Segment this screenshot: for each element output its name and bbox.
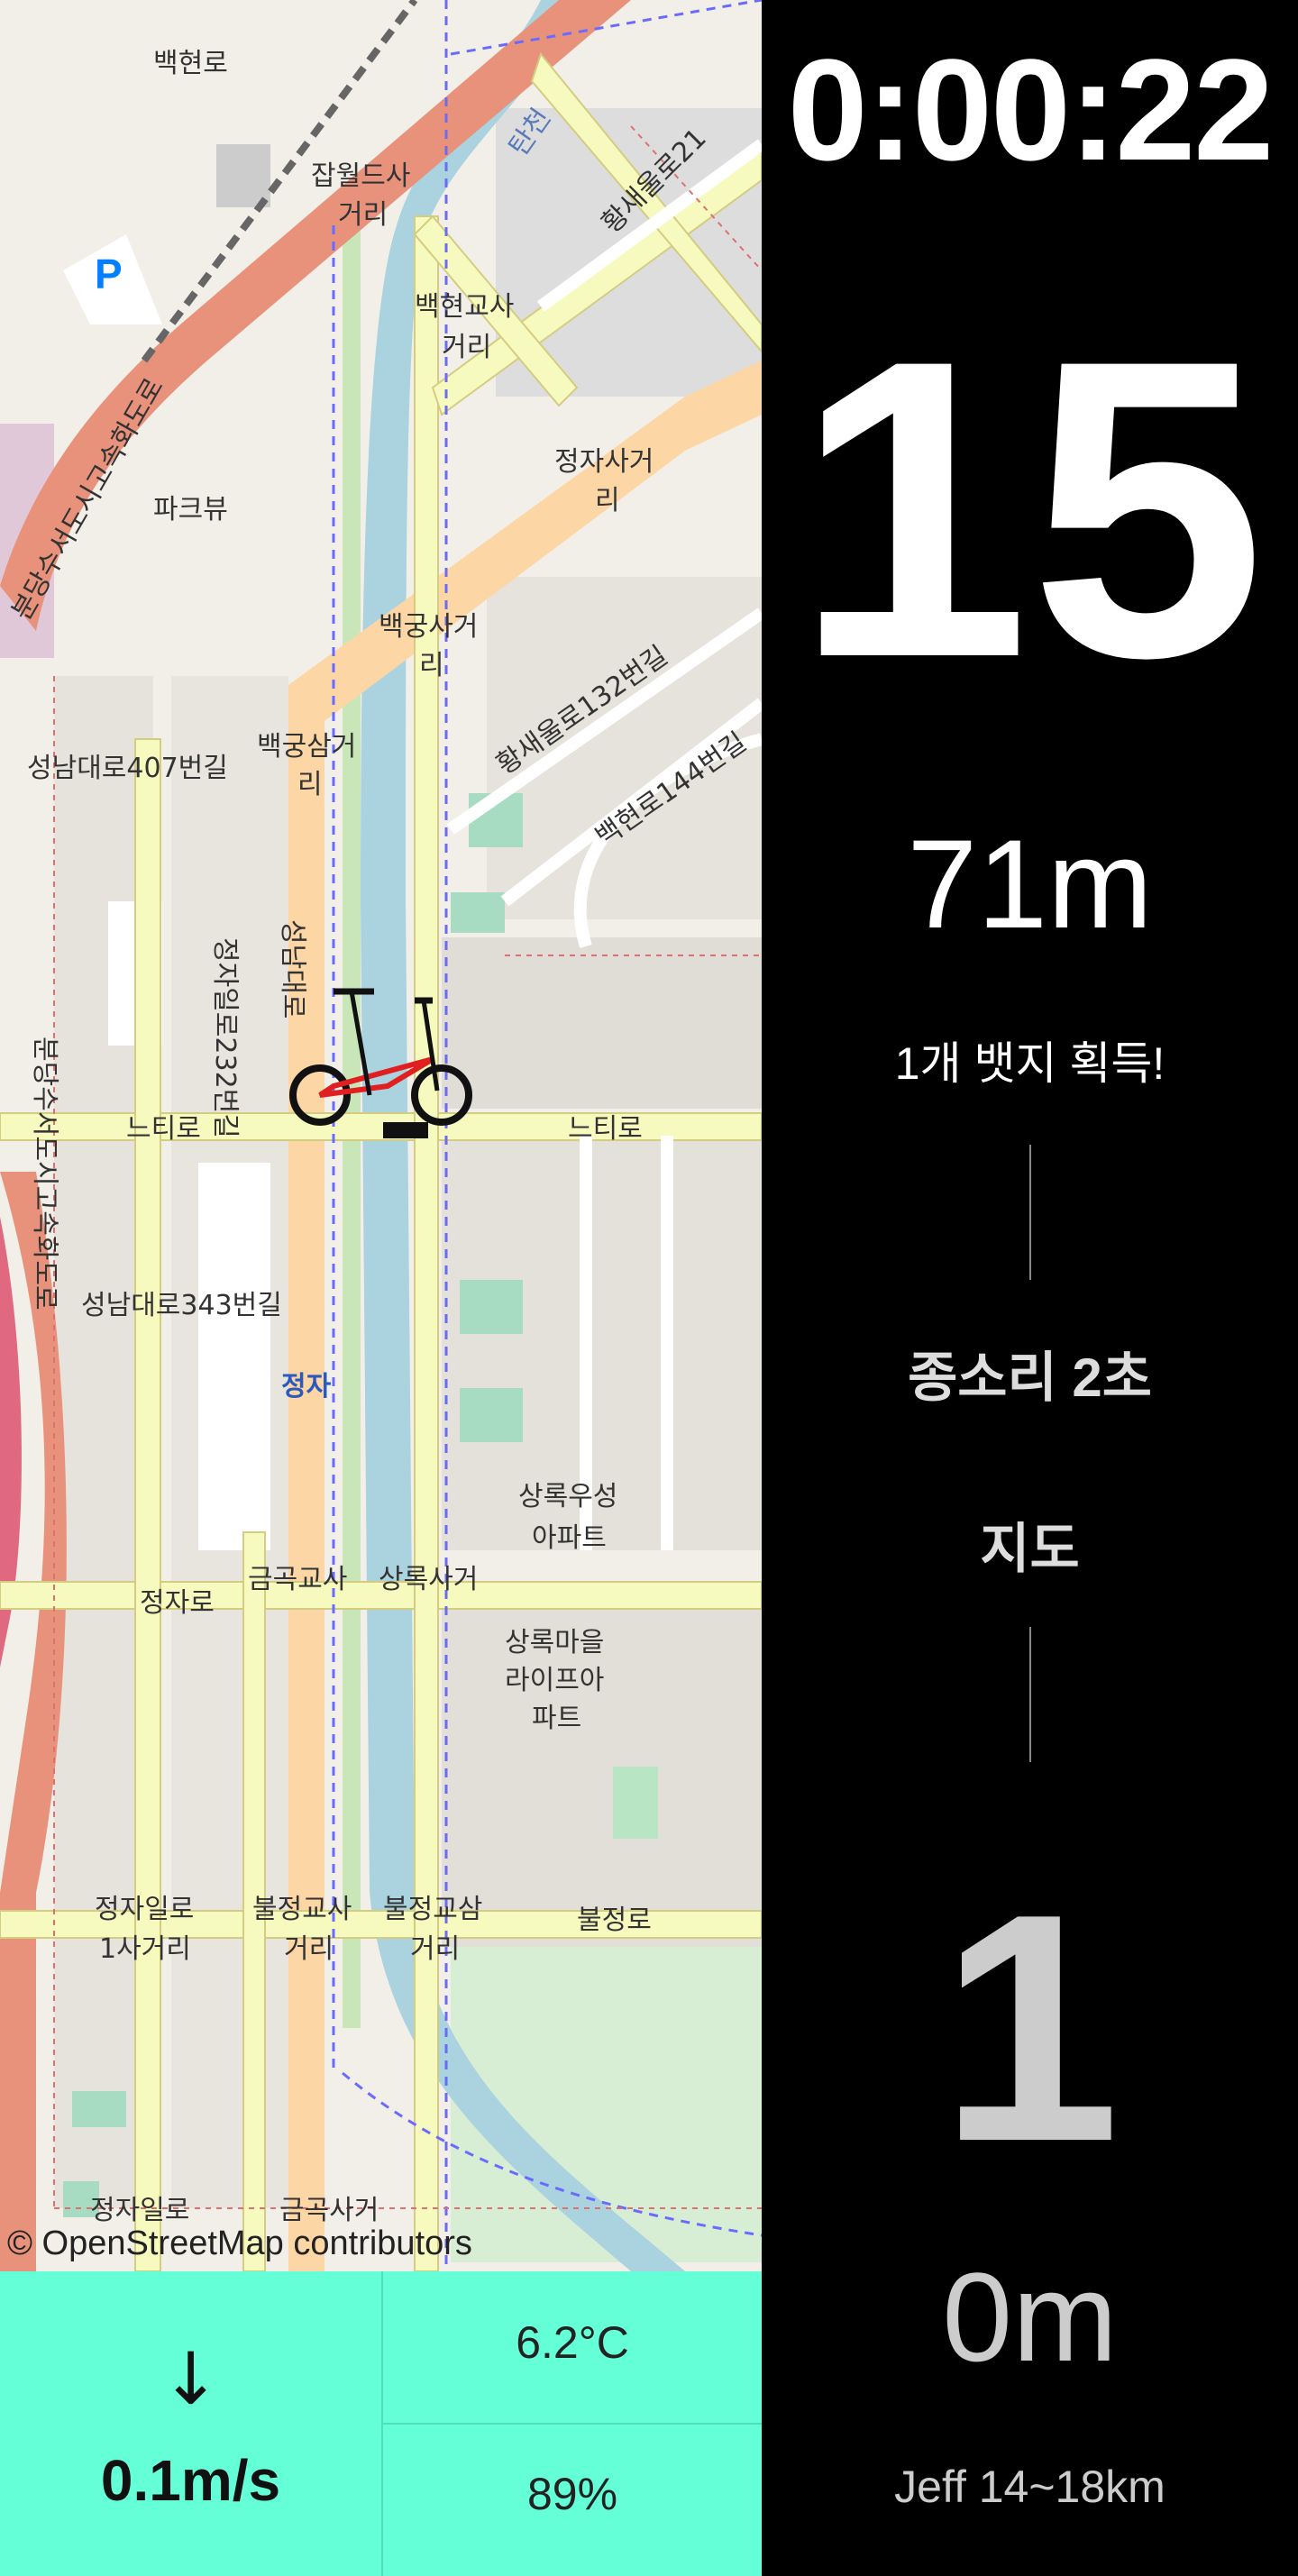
svg-text:정자로: 정자로 [140,1587,215,1619]
wind-direction-icon: ↓ [160,2337,222,2421]
svg-text:정자: 정자 [281,1371,332,1402]
svg-text:상록마을: 상록마을 [505,1627,604,1658]
svg-text:아파트: 아파트 [532,1522,607,1554]
svg-text:백현로: 백현로 [153,48,228,79]
svg-text:정자사거: 정자사거 [554,446,654,478]
svg-text:불정교삼: 불정교삼 [383,1894,482,1925]
svg-text:성남대로407번길: 성남대로407번길 [27,753,228,784]
svg-text:P: P [95,251,123,297]
temperature: 6.2°C [516,2317,629,2368]
svg-text:파크뷰: 파크뷰 [153,494,228,525]
svg-text:성남대로343번길: 성남대로343번길 [81,1290,282,1321]
svg-text:백현교사: 백현교사 [415,291,514,323]
svg-text:리: 리 [419,650,444,681]
map-button[interactable]: 지도 [762,1505,1298,1584]
svg-text:성남대로: 성남대로 [277,919,308,1019]
svg-text:불정교사: 불정교사 [252,1894,352,1925]
svg-text:상록우성: 상록우성 [518,1481,617,1512]
svg-text:정자일로: 정자일로 [90,2195,189,2226]
bell-button[interactable]: 종소리 2초 [762,1334,1298,1412]
weather-widget: ↓ 0.1m/s 6.2°C 89% [0,2271,762,2576]
divider-line [1029,1627,1031,1762]
svg-text:1사거리: 1사거리 [99,1933,191,1965]
current-speed: 15 [794,272,1266,745]
svg-text:리: 리 [297,769,323,800]
svg-text:분당수서도시고속화도로: 분당수서도시고속화도로 [29,1037,60,1311]
badge-notice: 1개 뱃지 획득! [894,1038,1165,1089]
gap-distance: 0m [942,2246,1118,2388]
svg-text:거리: 거리 [442,332,491,363]
svg-text:불정로: 불정로 [577,1905,652,1936]
svg-text:백궁사거: 백궁사거 [379,611,478,643]
svg-text:금곡교사: 금곡교사 [248,1564,347,1595]
svg-text:느티로: 느티로 [568,1113,643,1145]
svg-text:리: 리 [595,485,620,516]
svg-text:라이프아: 라이프아 [505,1665,604,1696]
elapsed-timer: 0:00:22 [787,29,1274,190]
map-tiles: P 백현로 잡월드사거리 백현교사거리 탄천 황새울로21 파크뷰 정자사거리 … [0,0,762,2271]
svg-text:정자일로: 정자일로 [95,1894,194,1925]
divider-line [1029,1145,1031,1280]
svg-text:금곡사거: 금곡사거 [279,2195,379,2226]
humidity: 89% [526,2469,618,2519]
svg-text:파트: 파트 [532,1703,581,1734]
rank-value: 1 [939,1847,1120,2209]
map-attribution[interactable]: © OpenStreetMap contributors [7,2224,472,2263]
svg-text:거리: 거리 [338,199,388,231]
svg-text:백궁삼거: 백궁삼거 [257,731,356,763]
svg-text:거리: 거리 [284,1933,334,1965]
weather-divider-horizontal [383,2423,762,2425]
svg-text:잡월드사: 잡월드사 [311,160,410,192]
svg-text:거리: 거리 [410,1933,460,1965]
svg-text:정자일로232번길: 정자일로232번길 [209,937,241,1138]
map-view[interactable]: P 백현로 잡월드사 거리 백현교사 거리 탄천 황새울로21 파크뷰 정자사거 리 … [0,0,762,2271]
distance: 71m [907,813,1153,955]
segment-label: Jeff 14~18km [894,2462,1165,2512]
wind-speed: 0.1m/s [100,2448,281,2513]
svg-text:느티로: 느티로 [126,1113,201,1145]
ride-stats-panel: 0:00:22 15 71m 1개 뱃지 획득! 종소리 2초 지도 1 0m … [762,0,1298,2576]
svg-text:상록사거: 상록사거 [379,1564,478,1595]
